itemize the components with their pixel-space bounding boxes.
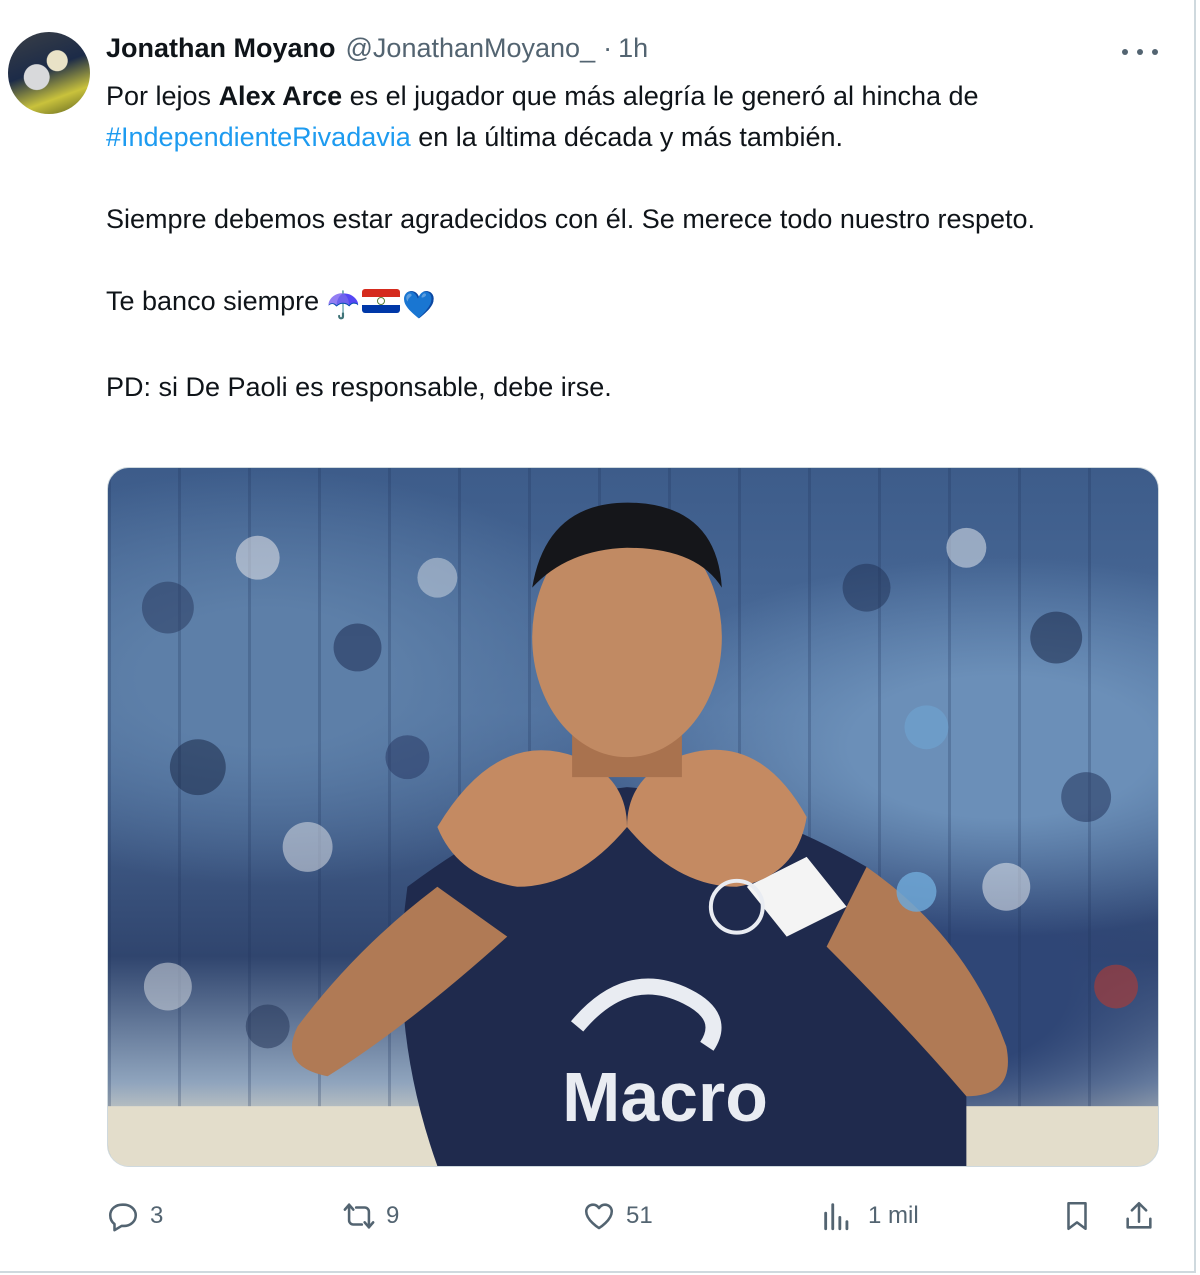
views-button[interactable]: 1 mil <box>820 1192 919 1240</box>
author-handle[interactable]: @JonathanMoyano_ <box>346 33 596 64</box>
views-count: 1 mil <box>868 1202 919 1229</box>
like-button[interactable]: 51 <box>582 1192 653 1240</box>
repost-icon <box>343 1203 375 1229</box>
repost-button[interactable]: 9 <box>342 1192 399 1240</box>
sponsor-text: Macro <box>562 1058 768 1136</box>
bookmark-icon <box>1067 1201 1087 1231</box>
blue-heart-emoji-icon: 💙 <box>402 290 436 320</box>
line2-post: en la última década y más también. <box>410 122 843 152</box>
paragraph-1: Por lejos Alex Arce es el jugador que má… <box>106 76 1156 158</box>
more-dots-icon[interactable] <box>1122 40 1158 64</box>
avatar[interactable] <box>8 32 90 114</box>
header-separator: · <box>603 33 613 63</box>
paraguay-flag-icon <box>362 289 401 313</box>
tweet-text: Por lejos Alex Arce es el jugador que má… <box>106 76 1156 408</box>
share-button[interactable] <box>1122 1192 1156 1240</box>
hashtag-link[interactable]: #IndependienteRivadavia <box>106 122 411 152</box>
paragraph-3: Te banco siempre ☂️ 💙 <box>106 281 1156 326</box>
like-count: 51 <box>626 1202 653 1229</box>
tweet-header: Jonathan Moyano @JonathanMoyano_ · 1h <box>106 33 648 69</box>
reply-button[interactable]: 3 <box>106 1192 163 1240</box>
author-name[interactable]: Jonathan Moyano <box>106 33 336 64</box>
tweet-card: Jonathan Moyano @JonathanMoyano_ · 1h Po… <box>0 0 1196 1273</box>
repost-count: 9 <box>386 1202 400 1229</box>
heart-icon <box>584 1203 614 1230</box>
mention-bold: Alex Arce <box>218 81 343 111</box>
tweet-actions: 3 9 51 1 mil <box>0 1192 1200 1240</box>
umbrella-emoji-icon: ☂️ <box>326 290 361 320</box>
tweet-time[interactable]: 1h <box>618 33 648 64</box>
paragraph-3-text: Te banco siempre <box>106 286 327 316</box>
player-photo: Macro <box>108 502 1158 1166</box>
paragraph-4: PD: si De Paoli es responsable, debe irs… <box>106 372 612 402</box>
line1-post: es el jugador que más alegría le generó … <box>342 81 979 111</box>
reply-icon <box>108 1203 138 1232</box>
reply-count: 3 <box>150 1202 164 1229</box>
views-icon <box>824 1203 849 1231</box>
bookmark-button[interactable] <box>1060 1192 1094 1240</box>
line1-pre: Por lejos <box>106 81 219 111</box>
share-icon <box>1126 1201 1152 1229</box>
paragraph-2: Siempre debemos estar agradecidos con él… <box>106 204 1036 234</box>
tweet-photo[interactable]: Macro <box>107 467 1159 1167</box>
